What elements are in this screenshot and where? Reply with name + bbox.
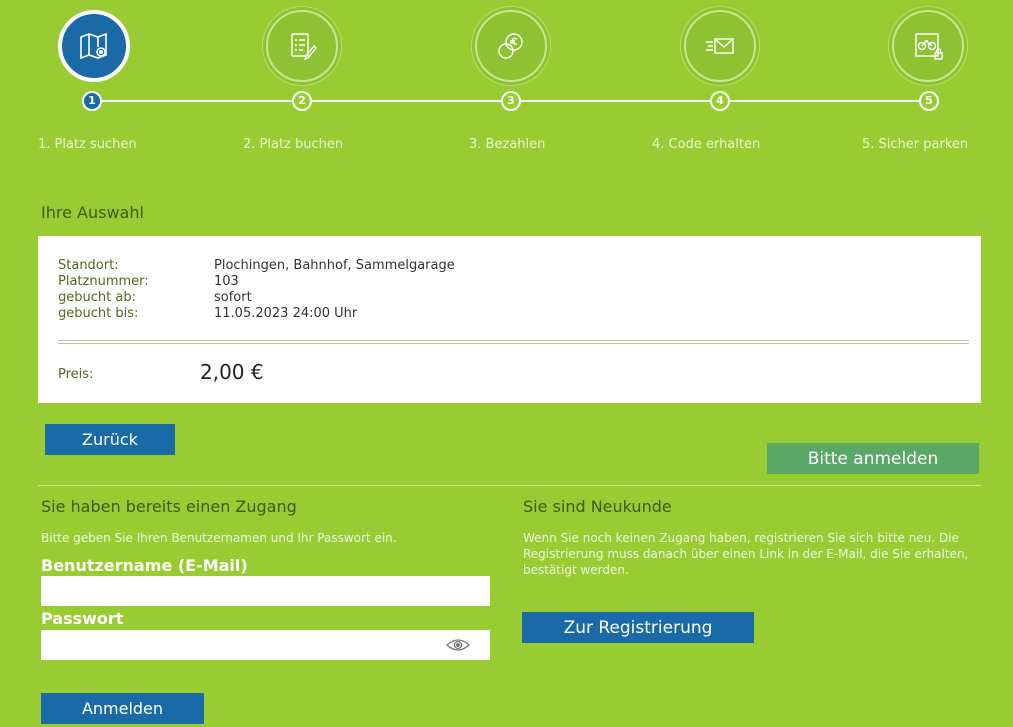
step-5-label[interactable]: 5. Sicher parken bbox=[862, 137, 968, 152]
step-5-icon-circle[interactable] bbox=[892, 10, 964, 82]
login-submit-button[interactable]: Anmelden bbox=[41, 693, 204, 724]
step-2-number[interactable]: 2 bbox=[292, 91, 312, 111]
checklist-pen-icon bbox=[291, 33, 317, 61]
register-button[interactable]: Zur Registrierung bbox=[522, 612, 754, 643]
show-password-eye-icon[interactable] bbox=[446, 638, 470, 652]
login-prompt-button[interactable]: Bitte anmelden bbox=[767, 443, 979, 474]
booked-until-value: 11.05.2023 24:00 Uhr bbox=[214, 306, 358, 321]
section-divider bbox=[38, 485, 981, 486]
location-value: Plochingen, Bahnhof, Sammelgarage bbox=[214, 258, 455, 273]
login-title: Sie haben bereits einen Zugang bbox=[41, 497, 297, 516]
price-value: 2,00 € bbox=[200, 360, 264, 384]
username-input[interactable] bbox=[41, 576, 490, 606]
map-pin-icon bbox=[80, 32, 107, 60]
username-label: Benutzername (E-Mail) bbox=[41, 556, 248, 575]
step-4-label[interactable]: 4. Code erhalten bbox=[652, 137, 760, 152]
booked-from-label: gebucht ab: bbox=[58, 290, 136, 305]
step-3-number[interactable]: 3 bbox=[501, 91, 521, 111]
login-hint: Bitte geben Sie Ihren Benutzernamen und … bbox=[41, 531, 397, 545]
step-2-icon-circle[interactable] bbox=[266, 10, 338, 82]
spot-number-label: Platznummer: bbox=[58, 274, 149, 289]
mail-icon bbox=[706, 38, 734, 54]
spot-number-value: 103 bbox=[214, 274, 239, 289]
location-label: Standort: bbox=[58, 258, 119, 273]
step-4-number[interactable]: 4 bbox=[710, 91, 730, 111]
step-1-icon-circle[interactable] bbox=[58, 10, 130, 82]
step-3-icon-circle[interactable] bbox=[475, 10, 547, 82]
step-4-icon-circle[interactable] bbox=[684, 10, 756, 82]
selection-title: Ihre Auswahl bbox=[41, 203, 144, 222]
bike-lock-icon bbox=[915, 33, 943, 60]
password-input[interactable] bbox=[41, 630, 490, 660]
register-title: Sie sind Neukunde bbox=[523, 497, 672, 516]
booked-from-value: sofort bbox=[214, 290, 252, 305]
euro-coins-icon bbox=[498, 33, 523, 59]
step-3-label[interactable]: 3. Bezahlen bbox=[469, 137, 545, 152]
step-5-number[interactable]: 5 bbox=[919, 91, 939, 111]
back-button[interactable]: Zurück bbox=[45, 424, 175, 455]
step-2-label[interactable]: 2. Platz buchen bbox=[243, 137, 343, 152]
step-1-label[interactable]: 1. Platz suchen bbox=[38, 137, 137, 152]
register-hint: Wenn Sie noch keinen Zugang haben, regis… bbox=[523, 531, 969, 577]
booked-until-label: gebucht bis: bbox=[58, 306, 139, 321]
selection-card: Standort: Plochingen, Bahnhof, Sammelgar… bbox=[38, 236, 981, 403]
price-label: Preis: bbox=[58, 367, 94, 382]
step-1-number[interactable]: 1 bbox=[82, 91, 102, 111]
card-divider bbox=[58, 340, 969, 344]
password-label: Passwort bbox=[41, 609, 124, 628]
